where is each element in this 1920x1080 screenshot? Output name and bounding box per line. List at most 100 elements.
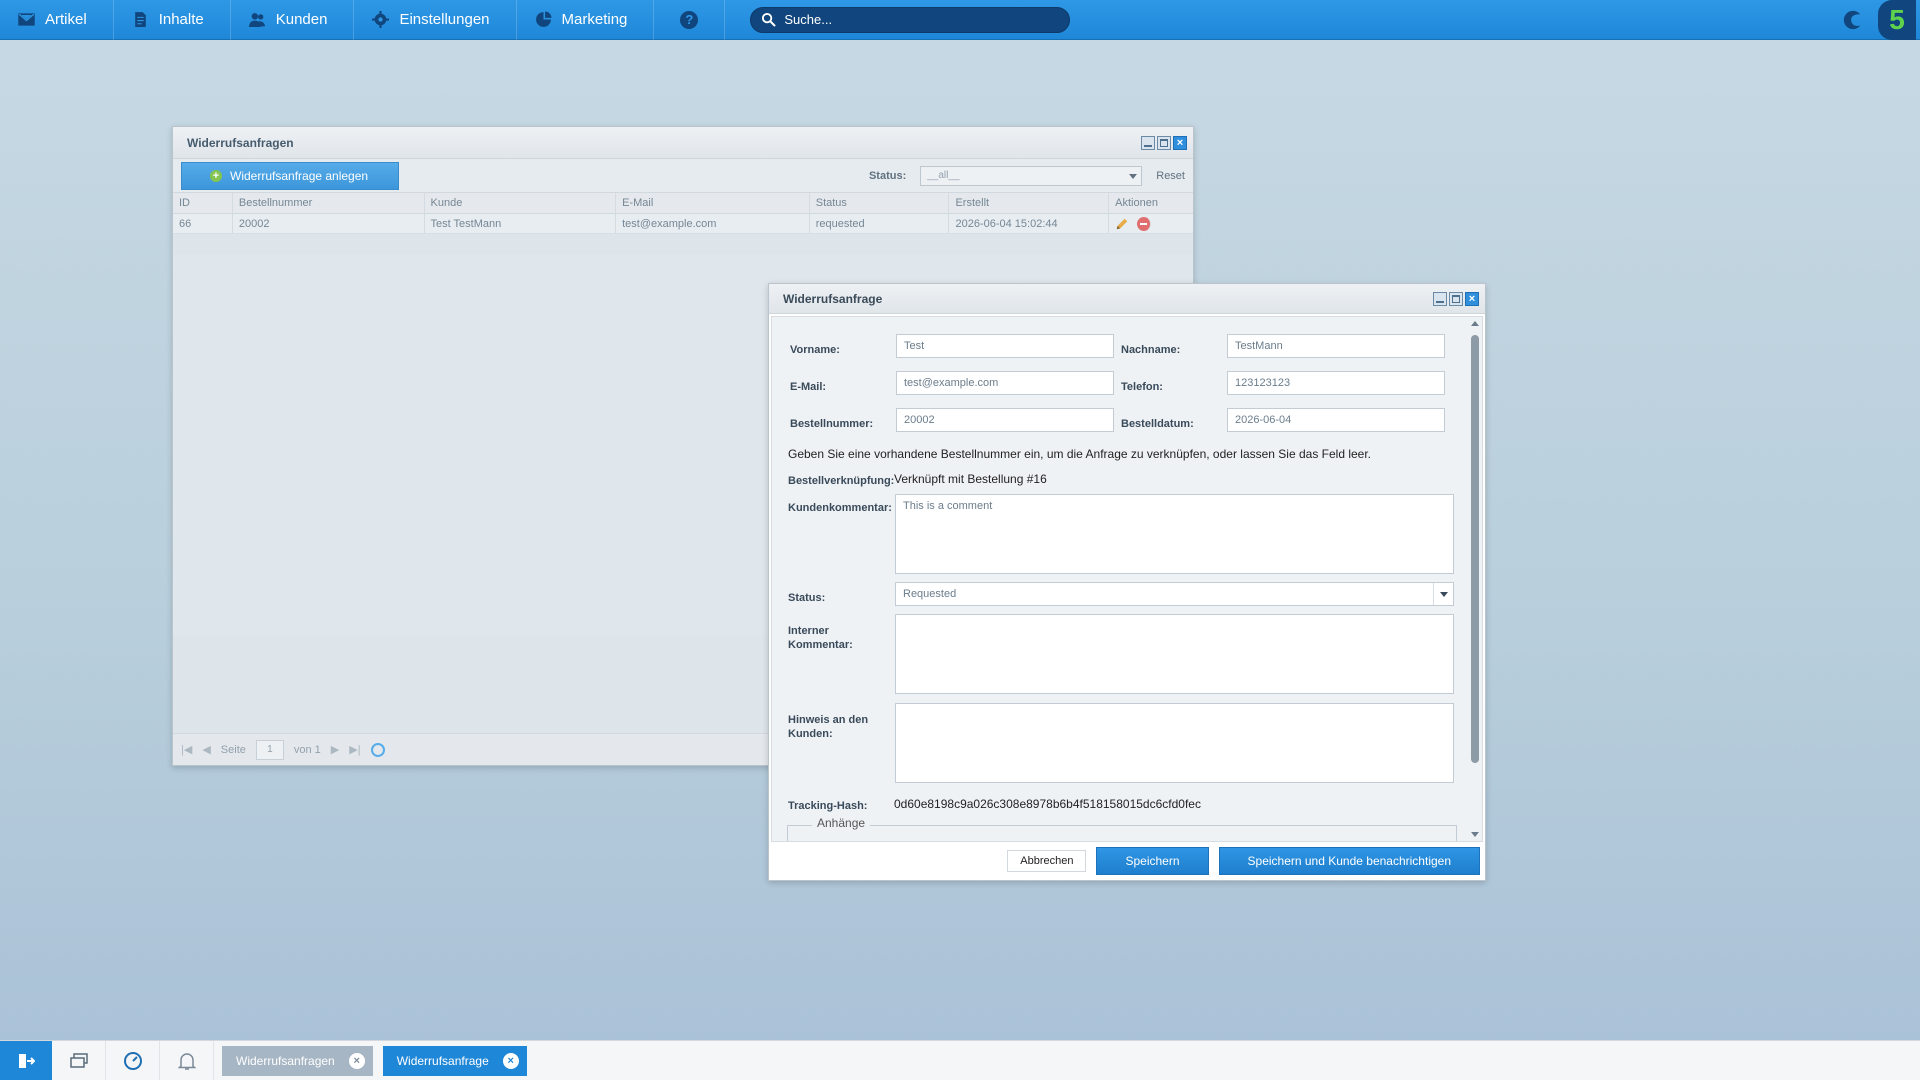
first-page-icon[interactable]: |◀ — [181, 743, 192, 756]
column-header-id[interactable]: ID — [173, 193, 233, 213]
table-row[interactable]: 66 20002 Test TestMann test@example.com … — [173, 214, 1193, 234]
refresh-icon[interactable] — [370, 742, 385, 757]
cell-actions — [1109, 214, 1193, 233]
add-request-label: Widerrufsanfrage anlegen — [230, 168, 369, 183]
search-input[interactable] — [784, 12, 1045, 27]
column-header-actions: Aktionen — [1115, 197, 1158, 209]
menu-einstellungen-label: Einstellungen — [399, 11, 490, 28]
cancel-button[interactable]: Abbrechen — [1007, 850, 1087, 872]
customer-note-field[interactable] — [895, 703, 1454, 783]
internal-comment-field[interactable] — [895, 614, 1454, 694]
dashboard-button[interactable] — [106, 1040, 160, 1080]
list-toolbar: + Widerrufsanfrage anlegen Status: __all… — [173, 159, 1193, 193]
status-select[interactable]: Requested — [895, 582, 1454, 606]
prev-page-icon[interactable]: ◀ — [202, 743, 210, 756]
menu-inhalte-label: Inhalte — [158, 11, 204, 28]
phone-field[interactable]: 123123123 — [1227, 371, 1445, 395]
last-page-icon[interactable]: ▶| — [349, 743, 360, 756]
minimize-icon[interactable] — [1433, 291, 1447, 306]
ordernumber-label: Bestellnummer: — [790, 418, 874, 430]
column-header-status[interactable]: Status — [810, 193, 950, 213]
top-right-area: 5 — [1842, 0, 1920, 40]
column-header-created[interactable]: Erstellt — [949, 193, 1110, 213]
pencil-icon[interactable] — [1115, 217, 1129, 231]
delete-icon[interactable] — [1137, 216, 1152, 231]
request-dialog: Widerrufsanfrage × Vorname: Test Nachnam… — [768, 283, 1486, 881]
customer-comment-field[interactable]: This is a comment — [895, 494, 1454, 574]
windows-overview-button[interactable] — [52, 1040, 106, 1080]
question-icon: ? — [680, 10, 699, 29]
orderdate-field[interactable]: 2026-06-04 — [1227, 408, 1445, 432]
scroll-down-icon[interactable] — [1471, 832, 1479, 837]
close-icon[interactable]: × — [1465, 291, 1479, 306]
email-field[interactable]: test@example.com — [896, 371, 1114, 395]
dialog-tools: × — [1433, 291, 1479, 306]
next-page-icon[interactable]: ▶ — [331, 743, 339, 756]
cell-email: test@example.com — [616, 214, 810, 233]
task-widerrufsanfrage[interactable]: Widerrufsanfrage × — [382, 1045, 527, 1076]
task-label: Widerrufsanfragen — [236, 1053, 335, 1068]
cell-created: 2026-06-04 15:02:44 — [949, 214, 1110, 233]
dialog-form: Vorname: Test Nachname: TestMann E-Mail:… — [771, 316, 1483, 842]
order-link-value: Verknüpft mit Bestellung #16 — [894, 472, 1047, 486]
envelope-icon — [18, 13, 35, 26]
menu-einstellungen[interactable]: Einstellungen — [354, 0, 517, 40]
minimize-icon[interactable] — [1141, 135, 1155, 150]
dialog-scrollbar[interactable] — [1468, 317, 1482, 841]
close-icon[interactable]: × — [348, 1052, 365, 1069]
close-icon[interactable]: × — [502, 1052, 519, 1069]
users-icon — [248, 13, 265, 27]
lastname-label: Nachname: — [1121, 344, 1181, 356]
maximize-icon[interactable] — [1157, 135, 1171, 150]
notifications-button[interactable] — [160, 1040, 214, 1080]
chevron-down-icon[interactable] — [1433, 583, 1453, 605]
shopware-icon[interactable] — [1842, 9, 1864, 31]
taskbar: Widerrufsanfragen × Widerrufsanfrage × — [0, 1040, 1920, 1080]
status-label: Status: — [788, 592, 826, 604]
page-input[interactable]: 1 — [255, 739, 284, 760]
page-label: Seite — [220, 743, 246, 756]
ordernumber-hint: Geben Sie eine vorhandene Bestellnummer … — [788, 447, 1372, 461]
column-header-email[interactable]: E-Mail — [616, 193, 810, 213]
column-header-customer[interactable]: Kunde — [425, 193, 617, 213]
close-icon[interactable]: × — [1173, 135, 1187, 150]
scroll-thumb[interactable] — [1471, 335, 1479, 763]
orderdate-label: Bestelldatum: — [1121, 418, 1194, 430]
firstname-field[interactable]: Test — [896, 334, 1114, 358]
speedometer-icon — [123, 1051, 142, 1070]
version-badge: 5 — [1878, 0, 1916, 40]
menu-inhalte[interactable]: Inhalte — [114, 0, 231, 40]
tracking-hash-label: Tracking-Hash: — [788, 800, 868, 812]
dialog-header[interactable]: Widerrufsanfrage × — [769, 284, 1485, 314]
customer-comment-label: Kundenkommentar: — [788, 502, 892, 514]
internal-comment-label: Interner Kommentar: — [788, 625, 853, 651]
help-button[interactable]: ? — [654, 0, 726, 40]
status-filter-select[interactable]: __all__ — [920, 165, 1143, 186]
status-select-value: Requested — [903, 588, 957, 600]
logout-button[interactable] — [0, 1040, 52, 1080]
plus-icon: + — [210, 169, 222, 182]
save-and-notify-button[interactable]: Speichern und Kunde benachrichtigen — [1218, 847, 1480, 875]
scroll-up-icon[interactable] — [1471, 321, 1479, 326]
ordernumber-field[interactable]: 20002 — [896, 408, 1114, 432]
save-button[interactable]: Speichern — [1096, 847, 1209, 875]
logout-icon — [19, 1053, 35, 1068]
firstname-label: Vorname: — [790, 344, 840, 356]
menu-artikel[interactable]: Artikel — [0, 0, 114, 40]
task-widerrufsanfragen[interactable]: Widerrufsanfragen × — [222, 1045, 373, 1076]
menu-marketing[interactable]: Marketing — [517, 0, 655, 40]
global-search[interactable] — [750, 6, 1071, 33]
status-filter-area: Status: __all__ Reset — [869, 165, 1185, 186]
status-filter-value: __all__ — [927, 170, 960, 181]
lastname-field[interactable]: TestMann — [1227, 334, 1445, 358]
column-header-order[interactable]: Bestellnummer — [233, 193, 425, 213]
add-request-button[interactable]: + Widerrufsanfrage anlegen — [181, 161, 400, 190]
page-count: von 1 — [293, 743, 321, 756]
attachments-legend: Anhänge — [812, 816, 871, 830]
menu-kunden[interactable]: Kunden — [231, 0, 355, 40]
list-window-header[interactable]: Widerrufsanfragen × — [173, 127, 1193, 159]
reset-button[interactable]: Reset — [1156, 170, 1185, 182]
cell-customer: Test TestMann — [425, 214, 617, 233]
top-menu-bar: Artikel Inhalte Kunden Einstellungen Mar… — [0, 0, 1920, 40]
maximize-icon[interactable] — [1449, 291, 1463, 306]
